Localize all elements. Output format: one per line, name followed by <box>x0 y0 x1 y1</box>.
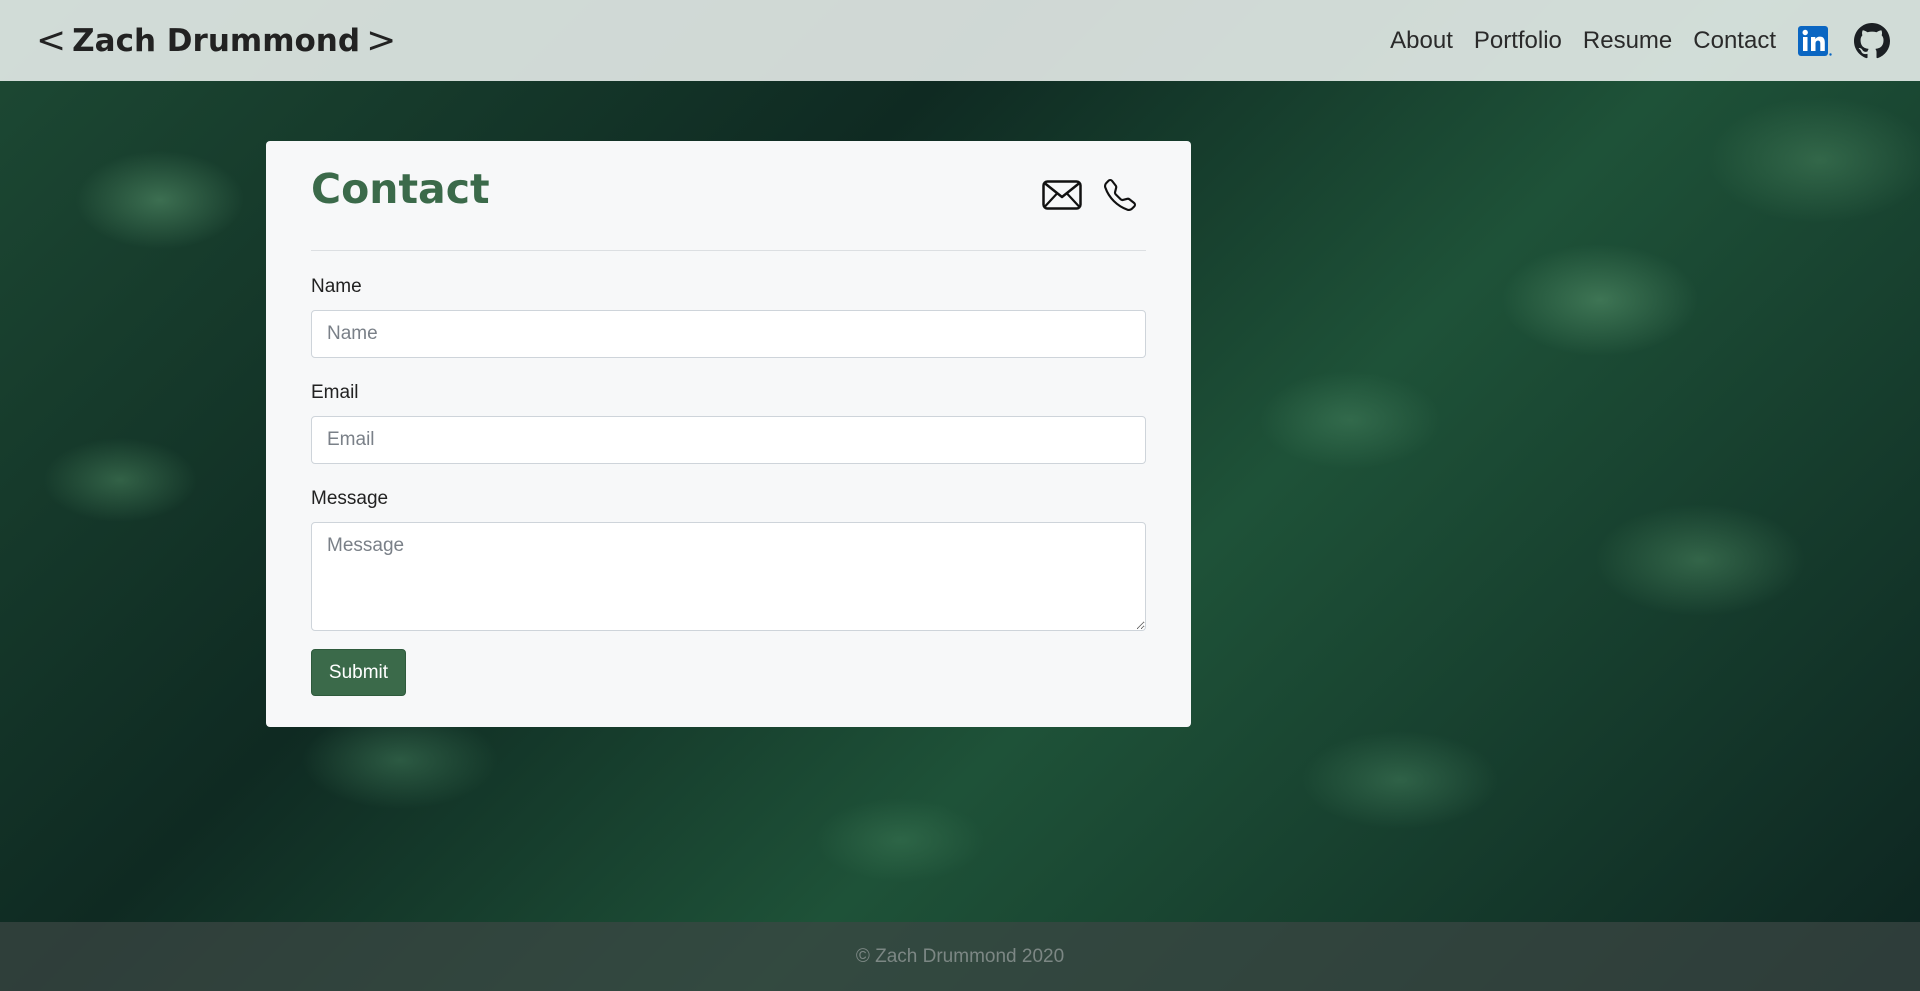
name-label: Name <box>311 276 362 297</box>
submit-button[interactable]: Submit <box>311 649 406 696</box>
brand-link[interactable]: < Zach Drummond > <box>30 19 402 61</box>
nav-link-contact[interactable]: Contact <box>1693 27 1776 55</box>
message-group: Message <box>311 488 1146 631</box>
chevron-right-icon: > <box>366 19 397 61</box>
navbar: < Zach Drummond > About Portfolio Resume… <box>0 0 1920 81</box>
contact-form: Name Email Message Submit <box>311 276 1146 696</box>
name-group: Name <box>311 276 1146 358</box>
nav-link-resume[interactable]: Resume <box>1583 27 1672 55</box>
github-icon[interactable] <box>1854 22 1890 59</box>
chevron-left-icon: < <box>36 19 67 61</box>
contact-card: Contact Name Email <box>266 141 1191 727</box>
email-label: Email <box>311 382 359 403</box>
footer-copyright: © Zach Drummond 2020 <box>855 945 1065 967</box>
nav-link-portfolio[interactable]: Portfolio <box>1474 27 1562 55</box>
email-group: Email <box>311 382 1146 464</box>
message-textarea[interactable] <box>311 522 1146 631</box>
contact-icons <box>1042 179 1136 211</box>
main-nav: About Portfolio Resume Contact <box>1369 22 1890 59</box>
footer: © Zach Drummond 2020 <box>0 922 1920 991</box>
message-label: Message <box>311 488 389 509</box>
email-input[interactable] <box>311 416 1146 464</box>
page: { "header": { "brand_left_chevron": "<",… <box>0 0 1920 991</box>
linkedin-icon[interactable] <box>1797 24 1833 58</box>
page-title: Contact <box>311 165 490 213</box>
card-header: Contact <box>311 165 1146 251</box>
phone-icon[interactable] <box>1104 179 1136 211</box>
nav-link-about[interactable]: About <box>1390 27 1453 55</box>
name-input[interactable] <box>311 310 1146 358</box>
envelope-icon[interactable] <box>1042 180 1082 210</box>
brand-name: Zach Drummond <box>72 22 361 59</box>
